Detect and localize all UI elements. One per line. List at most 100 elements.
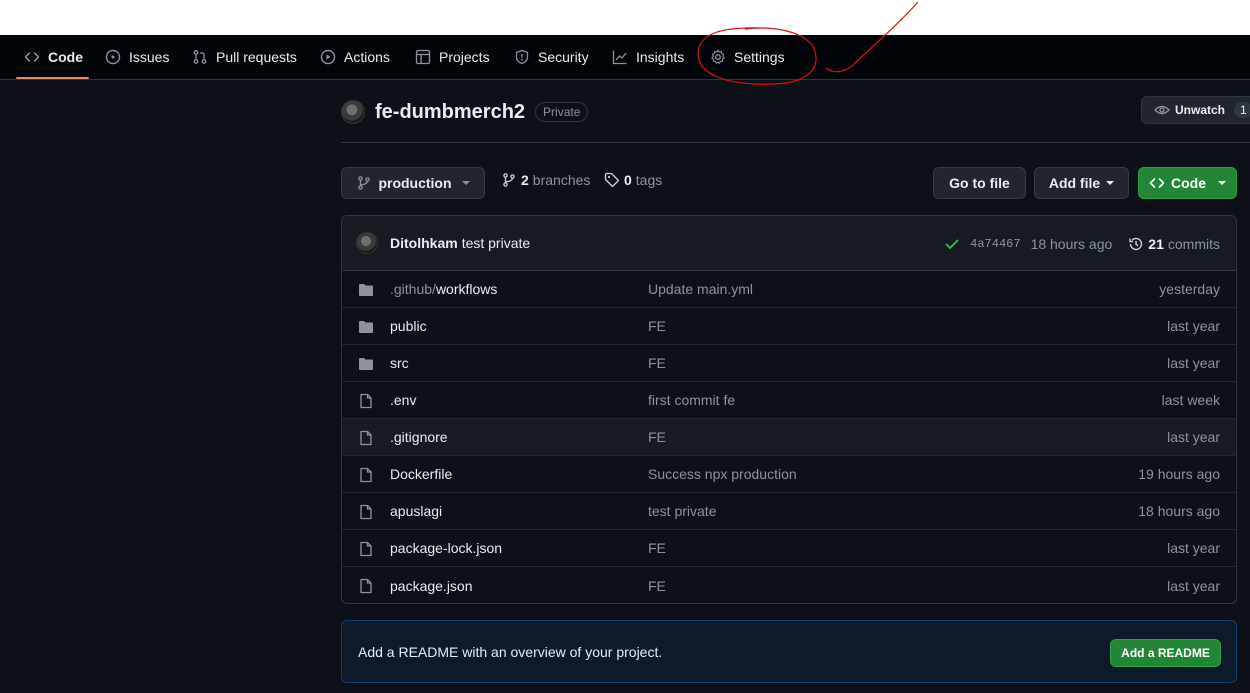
file-age: last year [1167, 318, 1220, 334]
active-tab-indicator [16, 77, 89, 79]
file-row[interactable]: .gitignore FE last year [342, 419, 1236, 456]
branches-link[interactable]: 2 branches [501, 172, 590, 188]
tab-pull-requests[interactable]: Pull requests [192, 35, 297, 79]
file-commit-message[interactable]: FE [648, 318, 666, 334]
file-commit-message[interactable]: test private [648, 503, 716, 519]
gear-icon [710, 49, 726, 65]
commits-link[interactable]: 21 commits [1128, 236, 1220, 252]
file-name[interactable]: package-lock.json [390, 540, 502, 556]
file-icon [358, 467, 374, 483]
tab-projects[interactable]: Projects [415, 35, 490, 79]
file-name-text: .gitignore [390, 429, 448, 445]
commit-author[interactable]: Ditolhkam [390, 235, 458, 251]
file-name[interactable]: .env [390, 392, 416, 408]
tag-icon [604, 172, 620, 188]
file-row[interactable]: .env first commit fe last week [342, 382, 1236, 419]
file-commit-message[interactable]: Update main.yml [648, 281, 753, 297]
tab-insights[interactable]: Insights [612, 35, 684, 79]
file-name[interactable]: .github/workflows [390, 281, 497, 297]
file-commit-message[interactable]: FE [648, 355, 666, 371]
folder-icon [358, 282, 374, 298]
unwatch-label: Unwatch [1175, 103, 1226, 117]
folder-icon [358, 319, 374, 335]
tab-code[interactable]: Code [24, 35, 83, 79]
file-name-text: package.json [390, 577, 473, 594]
chevron-down-icon [1106, 181, 1115, 185]
file-commit-message[interactable]: Success npx production [648, 466, 797, 482]
author-avatar[interactable] [356, 232, 378, 254]
file-list: .github/workflows Update main.yml yesterda… [342, 271, 1236, 603]
header-divider [341, 142, 1250, 143]
file-name[interactable]: package.json [390, 578, 473, 594]
file-name[interactable]: public [390, 318, 427, 334]
file-age: last year [1167, 429, 1220, 445]
tab-label: Code [48, 49, 83, 65]
chevron-down-icon [461, 181, 470, 185]
file-name-text: apuslagi [390, 503, 443, 519]
file-age: last year [1167, 577, 1220, 594]
file-commit-message[interactable]: FE [648, 578, 666, 594]
file-icon [358, 578, 374, 594]
commit-message[interactable]: test private [462, 235, 530, 251]
file-name-text: public [390, 318, 427, 334]
eye-icon [1154, 102, 1170, 118]
commit-sha[interactable]: 4a74467 [970, 237, 1020, 251]
go-to-file-button[interactable]: Go to file [933, 167, 1026, 199]
add-file-button[interactable]: Add file [1034, 167, 1129, 199]
watch-count: 1 [1234, 102, 1250, 118]
file-name[interactable]: Dockerfile [390, 466, 452, 482]
code-dropdown-button[interactable]: Code [1138, 167, 1237, 199]
file-age: last year [1167, 540, 1220, 556]
file-name[interactable]: apuslagi [390, 503, 442, 519]
branches-count: 2 [521, 172, 529, 188]
file-name[interactable]: src [390, 355, 409, 371]
file-row[interactable]: apuslagi test private 18 hours ago [342, 493, 1236, 530]
file-row[interactable]: public FE last year [342, 308, 1236, 345]
browser-top-strip [0, 0, 1250, 35]
branch-selector[interactable]: production [341, 167, 485, 199]
tab-label: Projects [439, 49, 490, 65]
tab-security[interactable]: Security [514, 35, 589, 79]
file-row[interactable]: package-lock.json FE last year [342, 530, 1236, 567]
file-row[interactable]: package.json FE last year [342, 567, 1236, 603]
branch-icon [501, 172, 517, 188]
code-icon [1149, 175, 1165, 191]
readme-prompt: Add a README with an overview of your pr… [358, 644, 663, 660]
tab-label: Actions [344, 49, 390, 65]
file-icon [358, 393, 374, 409]
tab-label: Pull requests [216, 49, 297, 65]
repo-name[interactable]: fe-dumbmerch2 [375, 101, 525, 124]
tags-link[interactable]: 0 tags [604, 172, 662, 188]
shield-icon [514, 49, 530, 65]
file-age: last year [1167, 355, 1220, 371]
file-row[interactable]: src FE last year [342, 345, 1236, 382]
latest-commit-bar: Ditolhkam test private 4a74467 18 hours … [342, 216, 1236, 271]
file-name-text: .env [390, 392, 417, 408]
repo-nav: Code Issues Pull requests Actions Projec… [0, 35, 1250, 80]
file-commit-message[interactable]: FE [648, 429, 666, 445]
code-button-label: Code [1171, 175, 1206, 191]
tab-actions[interactable]: Actions [320, 35, 390, 79]
chevron-down-icon [1218, 181, 1226, 185]
add-readme-button[interactable]: Add a README [1110, 639, 1221, 667]
play-icon [320, 49, 336, 65]
file-row[interactable]: Dockerfile Success npx production 19 hours… [342, 456, 1236, 493]
file-age: yesterday [1159, 281, 1220, 297]
graph-icon [612, 49, 628, 65]
history-icon [1128, 236, 1144, 252]
tags-count: 0 [624, 172, 632, 188]
tab-settings[interactable]: Settings [710, 35, 785, 79]
commit-meta: 4a74467 18 hours ago 21 commits [944, 216, 1220, 271]
file-name-text: src [390, 355, 409, 371]
tab-label: Insights [636, 49, 685, 65]
file-commit-message[interactable]: FE [648, 540, 666, 556]
file-row[interactable]: .github/workflows Update main.yml yesterda… [342, 271, 1236, 308]
file-name[interactable]: .gitignore [390, 429, 448, 445]
owner-avatar[interactable] [341, 100, 365, 124]
issue-icon [105, 49, 121, 65]
tab-label: Settings [734, 49, 785, 65]
tab-issues[interactable]: Issues [105, 35, 169, 79]
file-age: last week [1161, 392, 1220, 408]
file-commit-message[interactable]: first commit fe [648, 392, 735, 408]
unwatch-button[interactable]: Unwatch 1 [1141, 96, 1250, 124]
